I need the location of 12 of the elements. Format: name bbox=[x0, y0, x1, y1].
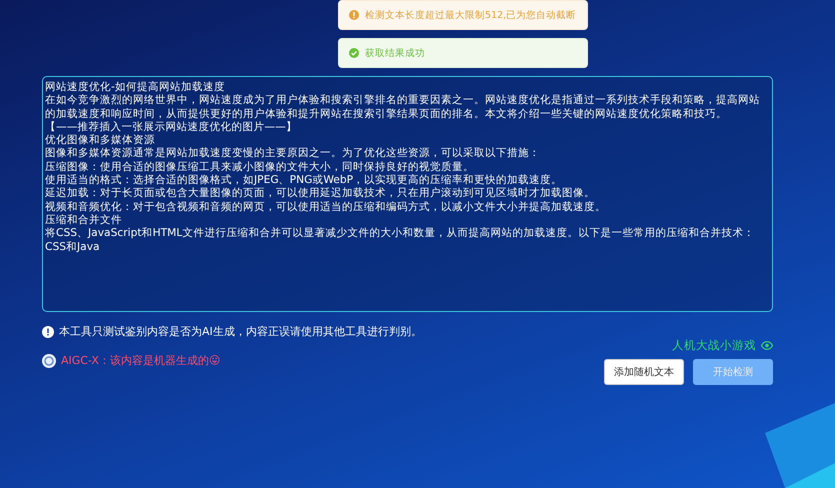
toast-message: 获取结果成功 bbox=[365, 46, 425, 60]
game-link[interactable]: 人机大战小游戏 bbox=[672, 338, 756, 353]
add-text-button[interactable]: 添加随机文本 bbox=[604, 359, 684, 385]
logo-icon bbox=[42, 354, 56, 368]
warning-icon bbox=[349, 10, 359, 20]
success-icon bbox=[349, 48, 359, 58]
eye-icon bbox=[761, 341, 773, 350]
info-icon bbox=[42, 326, 54, 338]
toast-message: 检测文本长度超过最大限制512,已为您自动截断 bbox=[365, 8, 576, 22]
detection-result: AIGC-X：该内容是机器生成的😛 bbox=[61, 353, 220, 368]
text-input-field[interactable]: 网站速度优化-如何提高网站加载速度 在如今竞争激烈的网络世界中，网站速度成为了用户体验和搜索引擎排名的重要因素之一。网站速度优化是指通过一系列技术手段和策略，提高网站的加载速度和响应时间，从而提供更好的用户体验和提升网站在搜索引擎结果页面的排名。本文将介绍一些关键的网站速度优化策略和技巧。 【——推荐插入一张展示网站速度优化的图片——】 优化图像和多媒体资源 图像和多媒体资源通常是网站加载速度变慢的主要原因之一。为了优化这些资源，可以采取以下措施： 压缩图像：使用合适的图像压缩工具来减小图像的文件大小，同时保持良好的视觉质量。 使用适当的格式：选择合适的图像格式，如JPEG、PNG或WebP，以实现更高的压缩率和更快的加载速度。 延迟加载：对于长页面或包含大量图像的页面，可以使用延迟加载技术，只在用户滚动到可见区域时才加载图像。 视频和音频优化：对于包含视频和音频的网页，可以使用适当的压缩和编码方式，以减小文件大小并提高加载速度。 压缩和合并文件 将CSS、JavaScript和HTML文件进行压缩和合并可以显著减少文件的大小和数量，从而提高网站的加载速度。以下是一些常用的压缩和合并技术： CSS和Java bbox=[42, 76, 773, 312]
disclaimer-text: 本工具只测试鉴别内容是否为AI生成，内容正误请使用其他工具进行判别。 bbox=[59, 324, 422, 339]
